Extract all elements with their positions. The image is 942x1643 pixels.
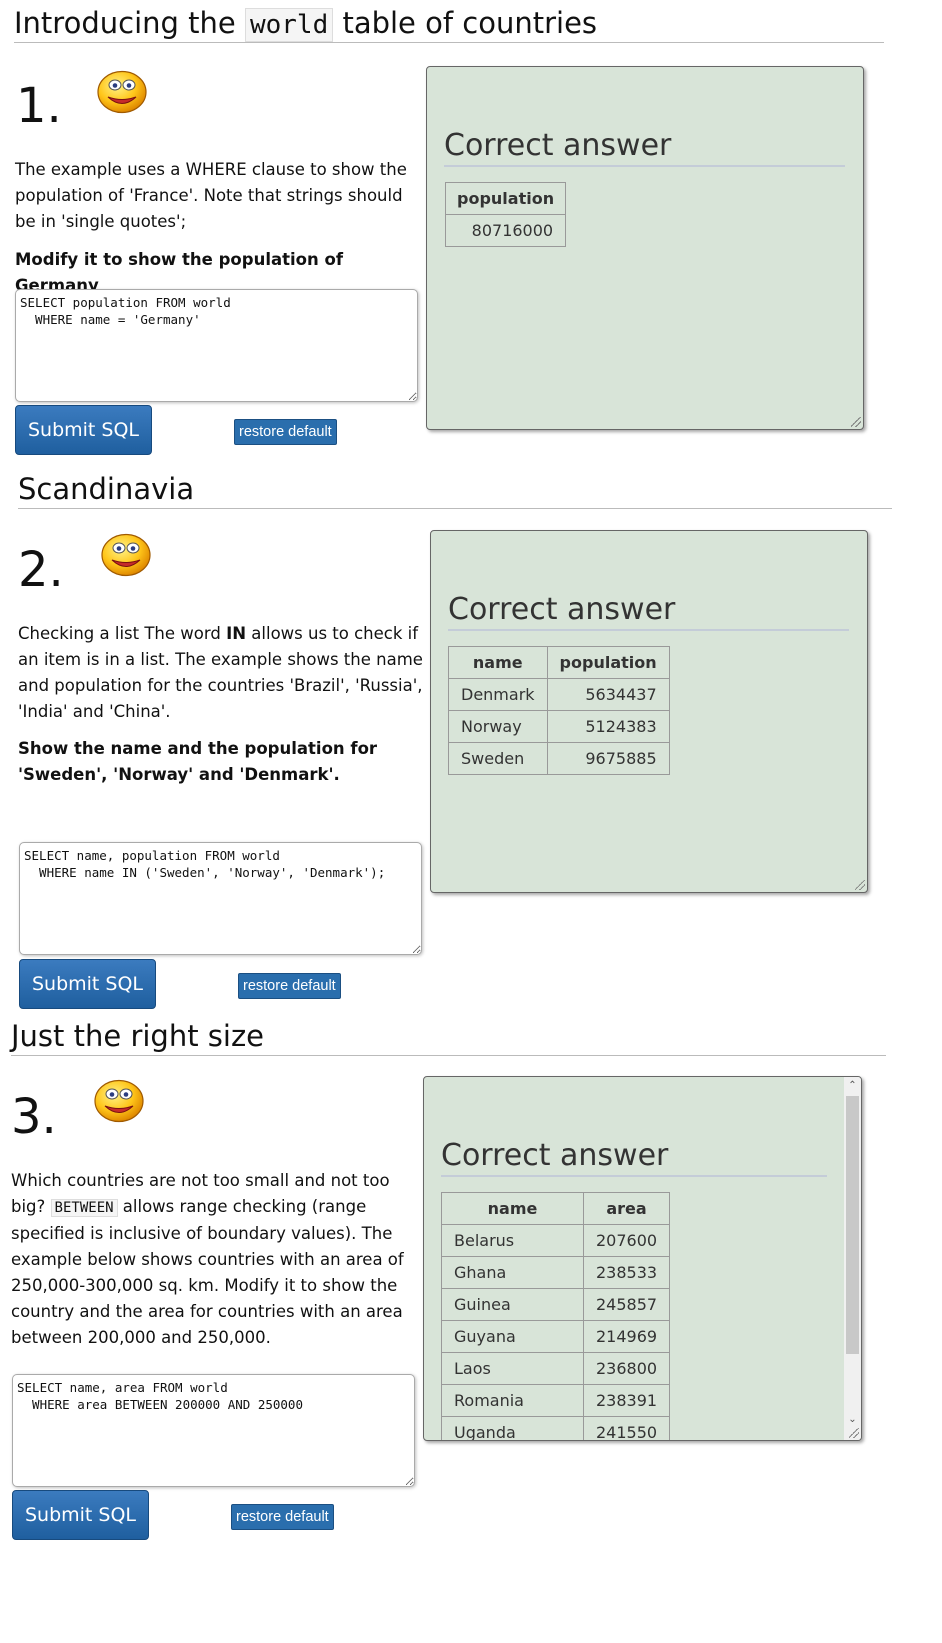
table-cell: Sweden <box>448 742 548 775</box>
smiley-icon <box>101 533 151 577</box>
table-cell: 80716000 <box>444 214 567 247</box>
question-2-description: Checking a list The word IN allows us to… <box>18 621 423 725</box>
answer-panel-2: Correct answer name population Denmark 56… <box>430 530 868 893</box>
table-cell: 238391 <box>582 1384 671 1417</box>
table-cell: 5634437 <box>546 678 670 711</box>
answer-heading-3: Correct answer <box>441 1138 827 1177</box>
answer-table-1: population 80716000 <box>444 182 567 247</box>
table-cell: Romania <box>441 1384 584 1417</box>
section-title-right-size: Just the right size <box>11 1019 886 1056</box>
table-cell: Guinea <box>441 1288 584 1321</box>
table-cell: Guyana <box>441 1320 584 1353</box>
sql-editor-2[interactable]: SELECT name, population FROM world WHERE… <box>19 842 422 955</box>
table-row: Norway 5124383 <box>448 710 670 743</box>
description-text-end: allows range checking (range specified i… <box>11 1197 404 1347</box>
smiley-icon <box>94 1079 144 1123</box>
question-1-description: The example uses a WHERE clause to show … <box>15 160 407 231</box>
resize-grip-icon[interactable] <box>851 417 861 427</box>
section-title-text-end: table of countries <box>333 6 598 40</box>
table-cell: 241550 <box>582 1416 671 1440</box>
table-cell: 236800 <box>582 1352 671 1385</box>
table-row: Denmark 5634437 <box>448 678 670 711</box>
restore-default-button-1[interactable]: restore default <box>234 419 337 445</box>
answer-scrollbar[interactable]: ⌃ ⌄ <box>844 1077 861 1440</box>
table-cell: 214969 <box>582 1320 671 1353</box>
question-number-2: 2. <box>18 542 64 598</box>
section-title-scandinavia: Scandinavia <box>18 472 892 509</box>
submit-sql-button-2[interactable]: Submit SQL <box>19 959 156 1009</box>
table-row: Guinea 245857 <box>441 1288 671 1321</box>
answer-heading-1: Correct answer <box>444 128 845 167</box>
column-header: name <box>441 1192 584 1225</box>
question-number-3: 3. <box>11 1089 57 1145</box>
question-number-1: 1. <box>16 78 62 134</box>
table-cell: 245857 <box>582 1288 671 1321</box>
scroll-up-icon[interactable]: ⌃ <box>844 1080 861 1092</box>
table-row: Romania 238391 <box>441 1384 671 1417</box>
submit-sql-button-1[interactable]: Submit SQL <box>15 405 152 455</box>
smiley-icon <box>97 70 147 114</box>
sql-editor-1[interactable]: SELECT population FROM world WHERE name … <box>15 289 418 402</box>
answer-panel-3: Correct answer name area Belarus 207600 G… <box>423 1076 862 1441</box>
resize-grip-icon[interactable] <box>855 880 865 890</box>
table-row: Sweden 9675885 <box>448 742 670 775</box>
restore-default-button-2[interactable]: restore default <box>238 973 341 999</box>
table-row: Uganda 241550 <box>441 1416 671 1440</box>
section-title-code: world <box>244 8 334 42</box>
description-keyword: IN <box>226 624 247 643</box>
scroll-down-icon[interactable]: ⌄ <box>844 1414 861 1426</box>
sql-editor-3[interactable]: SELECT name, area FROM world WHERE area … <box>12 1374 415 1487</box>
table-row: Belarus 207600 <box>441 1224 671 1257</box>
table-cell: Denmark <box>448 678 548 711</box>
answer-heading-2: Correct answer <box>448 592 849 631</box>
table-row: Guyana 214969 <box>441 1320 671 1353</box>
column-header: area <box>582 1192 671 1225</box>
column-header: name <box>448 646 548 679</box>
table-row: 80716000 <box>444 214 567 247</box>
column-header: population <box>546 646 670 679</box>
section-title-text: Introducing the <box>14 6 245 40</box>
table-cell: Uganda <box>441 1416 584 1440</box>
table-cell: Ghana <box>441 1256 584 1289</box>
table-cell: Belarus <box>441 1224 584 1257</box>
description-code: BETWEEN <box>50 1199 118 1217</box>
answer-panel-1: Correct answer population 80716000 <box>426 66 864 430</box>
answer-table-3: name area Belarus 207600 Ghana 238533 Guin… <box>441 1192 671 1440</box>
section-title-world: Introducing the world table of countries <box>14 6 884 43</box>
restore-default-button-3[interactable]: restore default <box>231 1504 334 1530</box>
table-cell: 238533 <box>582 1256 671 1289</box>
question-3-description: Which countries are not too small and no… <box>11 1168 406 1351</box>
resize-grip-icon[interactable] <box>849 1428 859 1438</box>
description-text: Checking a list The word <box>18 624 227 643</box>
submit-sql-button-3[interactable]: Submit SQL <box>12 1490 149 1540</box>
table-cell: Norway <box>448 710 548 743</box>
table-row: Laos 236800 <box>441 1352 671 1385</box>
table-row: Ghana 238533 <box>441 1256 671 1289</box>
table-cell: 207600 <box>582 1224 671 1257</box>
scrollbar-thumb[interactable] <box>846 1096 859 1354</box>
table-cell: 5124383 <box>546 710 670 743</box>
answer-table-2: name population Denmark 5634437 Norway 512… <box>448 646 670 775</box>
question-2-task: Show the name and the population for 'Sw… <box>18 739 378 784</box>
column-header: population <box>444 182 567 215</box>
table-cell: Laos <box>441 1352 584 1385</box>
table-cell: 9675885 <box>546 742 670 775</box>
